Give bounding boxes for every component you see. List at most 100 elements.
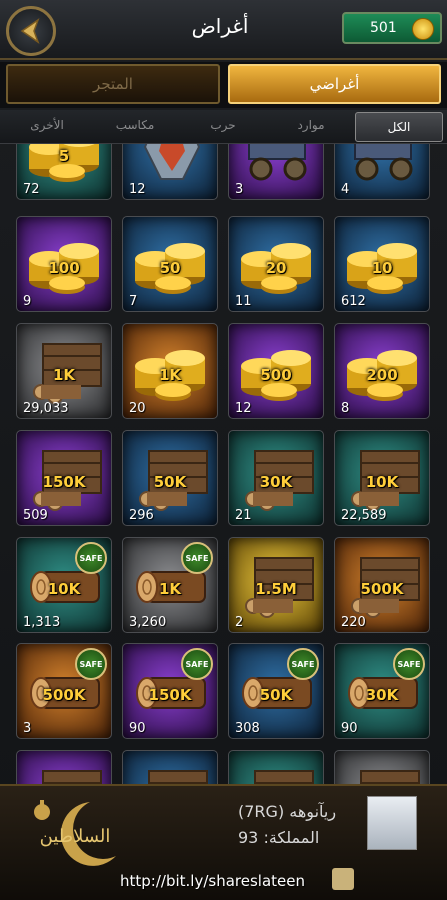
logo-text: السلاطين	[40, 826, 111, 847]
item-amount-label: 10K	[47, 580, 81, 598]
page-title: أغراض	[191, 14, 249, 38]
item-amount-label: 100	[48, 259, 80, 277]
watermark	[375, 870, 435, 892]
tab-gains[interactable]: مكاسب	[91, 118, 179, 132]
safe-badge-icon: SAFE	[287, 648, 319, 680]
player-name: ريآنوهه (7RG)	[238, 802, 337, 821]
item-slot[interactable]: 10K 22,589	[334, 430, 430, 526]
safe-badge-icon: SAFE	[181, 648, 213, 680]
wood-crate-icon	[42, 770, 102, 784]
wood-crate-icon	[254, 770, 314, 784]
gold-coin-icon	[412, 18, 434, 40]
item-slot[interactable]	[16, 750, 112, 784]
item-amount-label: 1.5M	[255, 580, 297, 598]
item-slot[interactable]	[228, 750, 324, 784]
cart-icon	[354, 144, 413, 181]
item-count: 72	[23, 182, 40, 197]
item-slot[interactable]: SAFE 30K 90	[334, 643, 430, 739]
item-slot[interactable]	[122, 750, 218, 784]
item-slot[interactable]: 50 7	[122, 216, 218, 312]
item-amount-label: 150K	[148, 686, 192, 704]
gold-amount: 501	[370, 20, 397, 36]
item-slot[interactable]: 500K 220	[334, 537, 430, 633]
item-slot[interactable]: 100 9	[16, 216, 112, 312]
item-slot[interactable]: SAFE 50K 308	[228, 643, 324, 739]
tab-war[interactable]: حرب	[179, 118, 267, 132]
item-amount-label: 30K	[259, 473, 293, 491]
item-slot[interactable]	[334, 750, 430, 784]
item-slot[interactable]: 50K 296	[122, 430, 218, 526]
item-grid: 5 72 12 3 4 100 9 50 7 20 11 10 612 1K 29,033 1K 20 500 12…	[0, 144, 447, 784]
item-slot[interactable]: 30K 21	[228, 430, 324, 526]
tab-all[interactable]: الكل	[355, 112, 443, 142]
safe-badge-icon: SAFE	[75, 648, 107, 680]
item-amount-label: 5	[58, 147, 70, 165]
gold-balance[interactable]: 501	[342, 12, 442, 44]
kingdom-label: المملكة: 93	[238, 828, 320, 847]
item-slot[interactable]: SAFE 1K 3,260	[122, 537, 218, 633]
back-arrow-icon	[20, 18, 40, 44]
item-slot[interactable]: 10 612	[334, 216, 430, 312]
item-slot[interactable]: 12	[122, 144, 218, 200]
game-logo: السلاطين	[34, 800, 116, 866]
item-count: 3	[235, 182, 244, 197]
item-amount-label: 500	[260, 366, 292, 384]
item-count: 220	[341, 615, 366, 630]
item-slot[interactable]: 3	[228, 144, 324, 200]
item-slot[interactable]: 4	[334, 144, 430, 200]
item-slot[interactable]: 5 72	[16, 144, 112, 200]
main-tabs: المتجر أغراضي	[0, 62, 447, 108]
tab-my-items[interactable]: أغراضي	[228, 64, 441, 104]
item-slot[interactable]: SAFE 10K 1,313	[16, 537, 112, 633]
item-amount-label: 20	[265, 259, 287, 277]
item-count: 1,313	[23, 615, 61, 630]
item-count: 90	[341, 721, 358, 736]
item-amount-label: 10	[371, 259, 393, 277]
item-amount-label: 1K	[158, 366, 182, 384]
safe-badge-icon: SAFE	[181, 542, 213, 574]
item-amount-label: 50K	[153, 473, 187, 491]
item-slot[interactable]: 150K 509	[16, 430, 112, 526]
item-slot[interactable]: SAFE 150K 90	[122, 643, 218, 739]
item-slot[interactable]: 1.5M 2	[228, 537, 324, 633]
tab-resources[interactable]: موارد	[267, 118, 355, 132]
item-count: 21	[235, 508, 252, 523]
tab-other[interactable]: الأخرى	[3, 118, 91, 132]
item-slot[interactable]: 1K 20	[122, 323, 218, 419]
item-amount-label: 50	[159, 259, 181, 277]
item-count: 22,589	[341, 508, 387, 523]
item-amount-label: 500K	[360, 580, 404, 598]
item-slot[interactable]: 20 11	[228, 216, 324, 312]
item-count: 11	[235, 294, 252, 309]
back-button[interactable]	[6, 6, 56, 56]
cart-icon	[248, 144, 307, 181]
item-amount-label: 150K	[42, 473, 86, 491]
item-count: 8	[341, 401, 350, 416]
wood-crate-icon	[148, 770, 208, 784]
item-slot[interactable]: 500 12	[228, 323, 324, 419]
item-amount-label: 200	[366, 366, 398, 384]
item-amount-label: 10K	[365, 473, 399, 491]
item-count: 20	[129, 401, 146, 416]
item-count: 3	[23, 721, 32, 736]
item-slot[interactable]: SAFE 500K 3	[16, 643, 112, 739]
share-url[interactable]: http://bit.ly/shareslateen	[120, 872, 305, 890]
item-count: 9	[23, 294, 32, 309]
item-slot[interactable]: 200 8	[334, 323, 430, 419]
top-bar: أغراض 501	[0, 0, 447, 60]
armor-icon	[143, 144, 201, 180]
tab-store[interactable]: المتجر	[6, 64, 220, 104]
item-count: 12	[129, 182, 146, 197]
avatar[interactable]	[367, 796, 417, 850]
item-count: 2	[235, 615, 244, 630]
item-amount-label: 30K	[365, 686, 399, 704]
item-count: 509	[23, 508, 48, 523]
safe-badge-icon: SAFE	[75, 542, 107, 574]
item-count: 296	[129, 508, 154, 523]
item-slot[interactable]: 1K 29,033	[16, 323, 112, 419]
item-amount-label: 1K	[158, 580, 182, 598]
item-count: 612	[341, 294, 366, 309]
share-icon	[332, 868, 354, 890]
safe-badge-icon: SAFE	[393, 648, 425, 680]
item-count: 7	[129, 294, 138, 309]
